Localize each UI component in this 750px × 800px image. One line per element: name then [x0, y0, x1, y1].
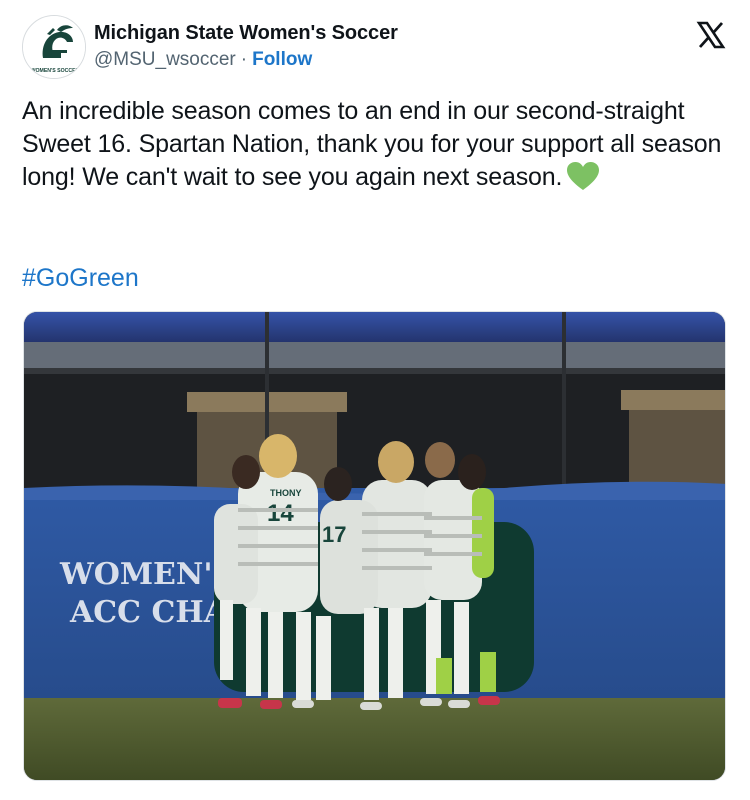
post-text: An incredible season comes to an end in … [22, 95, 728, 194]
post-header: WOMEN'S SOCCER Michigan State Women's So… [22, 15, 728, 79]
author-info: Michigan State Women's Soccer @MSU_wsocc… [94, 20, 398, 73]
jersey-number-2: 17 [322, 522, 346, 547]
hashtag-link[interactable]: #GoGreen [22, 262, 139, 295]
follow-button[interactable]: Follow [252, 49, 312, 70]
team-huddle-image: WOMEN'S ACC CHA THONY 14 17 [24, 312, 725, 780]
banner-text-line1: WOMEN'S [59, 557, 234, 592]
separator-dot: · [240, 49, 248, 70]
x-logo-icon[interactable] [696, 20, 726, 50]
jersey-name: THONY [270, 488, 302, 498]
author-handle-row: @MSU_wsoccer · Follow [94, 47, 398, 73]
post-photo[interactable]: WOMEN'S ACC CHA THONY 14 17 [23, 311, 726, 781]
author-display-name[interactable]: Michigan State Women's Soccer [94, 20, 398, 46]
avatar-caption: WOMEN'S SOCCER [31, 68, 80, 74]
spartan-helmet-logo: WOMEN'S SOCCER [23, 16, 85, 78]
author-handle[interactable]: @MSU_wsoccer [94, 49, 236, 70]
post-body: An incredible season comes to an end in … [22, 97, 722, 191]
jersey-number: 14 [267, 500, 294, 527]
author-avatar[interactable]: WOMEN'S SOCCER [22, 15, 86, 79]
green-heart-icon [567, 162, 600, 190]
banner-text-line2: ACC CHA [69, 595, 228, 630]
